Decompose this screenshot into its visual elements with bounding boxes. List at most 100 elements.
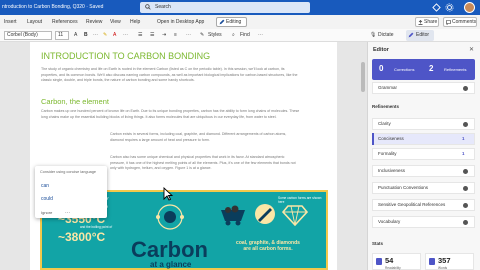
- ignore-button[interactable]: Ignore: [41, 210, 52, 215]
- boiling-point: ~3800°C: [58, 230, 106, 244]
- grow-font-icon[interactable]: A: [74, 32, 77, 38]
- search-placeholder: Search: [155, 4, 171, 10]
- ribbon-more-icon[interactable]: ⋯: [258, 32, 263, 38]
- refinement-row-inclusiveness[interactable]: Inclusiveness: [372, 165, 475, 177]
- menu-view[interactable]: View: [110, 19, 121, 25]
- mouse-pointer-icon: [163, 187, 173, 201]
- editing-mode-button[interactable]: Editing: [216, 17, 247, 27]
- menu-references[interactable]: References: [52, 19, 78, 25]
- bold-icon[interactable]: B: [84, 32, 88, 38]
- more-format-icon[interactable]: ⋯: [93, 32, 98, 38]
- formality-count: 1: [462, 151, 465, 156]
- vocabulary-label: Vocabulary: [378, 219, 401, 224]
- dictate-button[interactable]: Dictate: [378, 32, 394, 38]
- document-page[interactable]: INTRODUCTION TO CARBON BONDING The study…: [30, 42, 337, 270]
- refinement-row-punctuation[interactable]: Punctuation Conventions: [372, 182, 475, 194]
- inclusiveness-label: Inclusiveness: [378, 168, 406, 173]
- punctuation-label: Punctuation Conventions: [378, 185, 429, 190]
- search-icon: [145, 4, 151, 10]
- section-heading[interactable]: Carbon, the element: [41, 97, 109, 106]
- suggestion-card[interactable]: Consider using concise language can coul…: [35, 166, 107, 218]
- refinement-row-vocabulary[interactable]: Vocabulary: [372, 216, 475, 228]
- refinements-heading: Refinements: [372, 104, 400, 109]
- comments-label: Comments: [452, 19, 477, 25]
- pencil-graphite-icon: [255, 204, 275, 224]
- document-scrollbar[interactable]: [360, 42, 366, 270]
- intro-paragraph[interactable]: The study of organic chemistry and life …: [41, 67, 301, 84]
- ribbon-toolbar: Corbel (Body) 11 A B ⋯ ✎ A ⋯ ☰ ☰ ⇥ ≡ ⋯ ✎…: [0, 29, 480, 42]
- refinement-row-clarity[interactable]: Clarity: [372, 118, 475, 130]
- numbering-icon[interactable]: ☰: [150, 32, 154, 38]
- indent-icon[interactable]: ⇥: [162, 32, 166, 38]
- refinement-row-formality[interactable]: Formality 1: [372, 148, 475, 160]
- more-icon[interactable]: ⋯: [123, 32, 128, 38]
- words-stat[interactable]: 357 Words: [425, 253, 474, 270]
- styles-button[interactable]: Styles: [208, 32, 222, 38]
- refinement-row-geopolitical[interactable]: Sensitive Geopolitical References: [372, 199, 475, 211]
- comments-button[interactable]: Comments: [443, 17, 477, 27]
- suggestion-option-could[interactable]: could: [41, 196, 53, 202]
- editor-pen-icon: [408, 32, 414, 38]
- font-family-select[interactable]: Corbel (Body): [4, 31, 52, 40]
- stats-panel: 54 Readability 357 Words: [372, 253, 475, 270]
- bullets-icon[interactable]: ☰: [138, 32, 142, 38]
- clarity-label: Clarity: [378, 121, 391, 126]
- readability-stat[interactable]: 54 Readability: [372, 253, 421, 270]
- document-heading[interactable]: INTRODUCTION TO CARBON BONDING: [41, 51, 210, 61]
- carbon-atom-icon: [156, 204, 184, 230]
- share-icon: [418, 20, 423, 25]
- suggestion-option-can[interactable]: can: [41, 183, 49, 189]
- readability-value: 54: [385, 256, 394, 265]
- user-avatar[interactable]: [464, 2, 475, 13]
- section-paragraph-3[interactable]: Carbon also has some unique chemical and…: [110, 155, 300, 172]
- infographic-subtitle: at a glance: [150, 260, 192, 269]
- stats-heading: Stats: [372, 241, 384, 246]
- check-icon: [463, 186, 468, 191]
- infographic-forms: coal, graphite, & diamonds are all carbo…: [236, 240, 300, 252]
- check-icon: [463, 169, 468, 174]
- scrollbar-thumb[interactable]: [361, 62, 365, 92]
- readability-label: Readability: [385, 266, 401, 270]
- search-box[interactable]: Search: [140, 2, 310, 13]
- find-icon: ⌕: [232, 32, 235, 38]
- document-title[interactable]: ntroduction to Carbon Bonding, Q320 · Sa…: [2, 4, 103, 10]
- find-button[interactable]: Find: [240, 32, 250, 38]
- conciseness-count: 1: [462, 136, 465, 141]
- corrections-label[interactable]: Corrections: [394, 67, 414, 72]
- menu-layout[interactable]: Layout: [27, 19, 42, 25]
- editor-scorecard: 0 Corrections 2 Refinements: [372, 59, 475, 80]
- section-paragraph-2[interactable]: Carbon exists in several forms, includin…: [110, 132, 300, 143]
- settings-icon[interactable]: [445, 3, 454, 12]
- diamond-gem-icon: [282, 205, 308, 226]
- open-desktop-button[interactable]: Open in Desktop App: [157, 19, 204, 25]
- readability-icon: [376, 258, 382, 265]
- suggestion-more-button[interactable]: ···: [65, 210, 70, 216]
- refinements-label[interactable]: Refinements: [444, 67, 466, 72]
- refinements-count[interactable]: 2: [429, 64, 433, 73]
- pencil-icon: [219, 19, 225, 25]
- font-size-select[interactable]: 11: [55, 31, 69, 40]
- refinement-row-conciseness[interactable]: Conciseness 1: [372, 133, 475, 145]
- menu-help[interactable]: Help: [130, 19, 140, 25]
- styles-icon: ✎: [200, 32, 205, 38]
- align-icon[interactable]: ≡: [174, 32, 177, 38]
- geopolitical-label: Sensitive Geopolitical References: [378, 202, 446, 207]
- diamond-icon[interactable]: [432, 3, 441, 12]
- grammar-row[interactable]: Grammar: [372, 82, 475, 94]
- editor-button[interactable]: Editor: [406, 30, 434, 41]
- editing-label: Editing: [226, 19, 242, 25]
- menu-insert[interactable]: Insert: [4, 19, 17, 25]
- close-icon[interactable]: ✕: [469, 46, 474, 53]
- check-icon: [463, 122, 468, 127]
- words-icon: [429, 258, 435, 265]
- paragraph-more-icon[interactable]: ⋯: [186, 32, 191, 38]
- grammar-label: Grammar: [378, 85, 397, 90]
- share-button[interactable]: Share: [415, 17, 439, 27]
- section-paragraph-1[interactable]: Carbon makes up one hundred percent of k…: [41, 109, 301, 120]
- corrections-count[interactable]: 0: [379, 64, 383, 73]
- menu-review[interactable]: Review: [86, 19, 102, 25]
- highlight-icon[interactable]: ✎: [103, 32, 107, 38]
- font-color-icon[interactable]: A: [113, 32, 116, 38]
- coal-cart-icon: [221, 205, 245, 226]
- title-bar: ntroduction to Carbon Bonding, Q320 · Sa…: [0, 0, 480, 15]
